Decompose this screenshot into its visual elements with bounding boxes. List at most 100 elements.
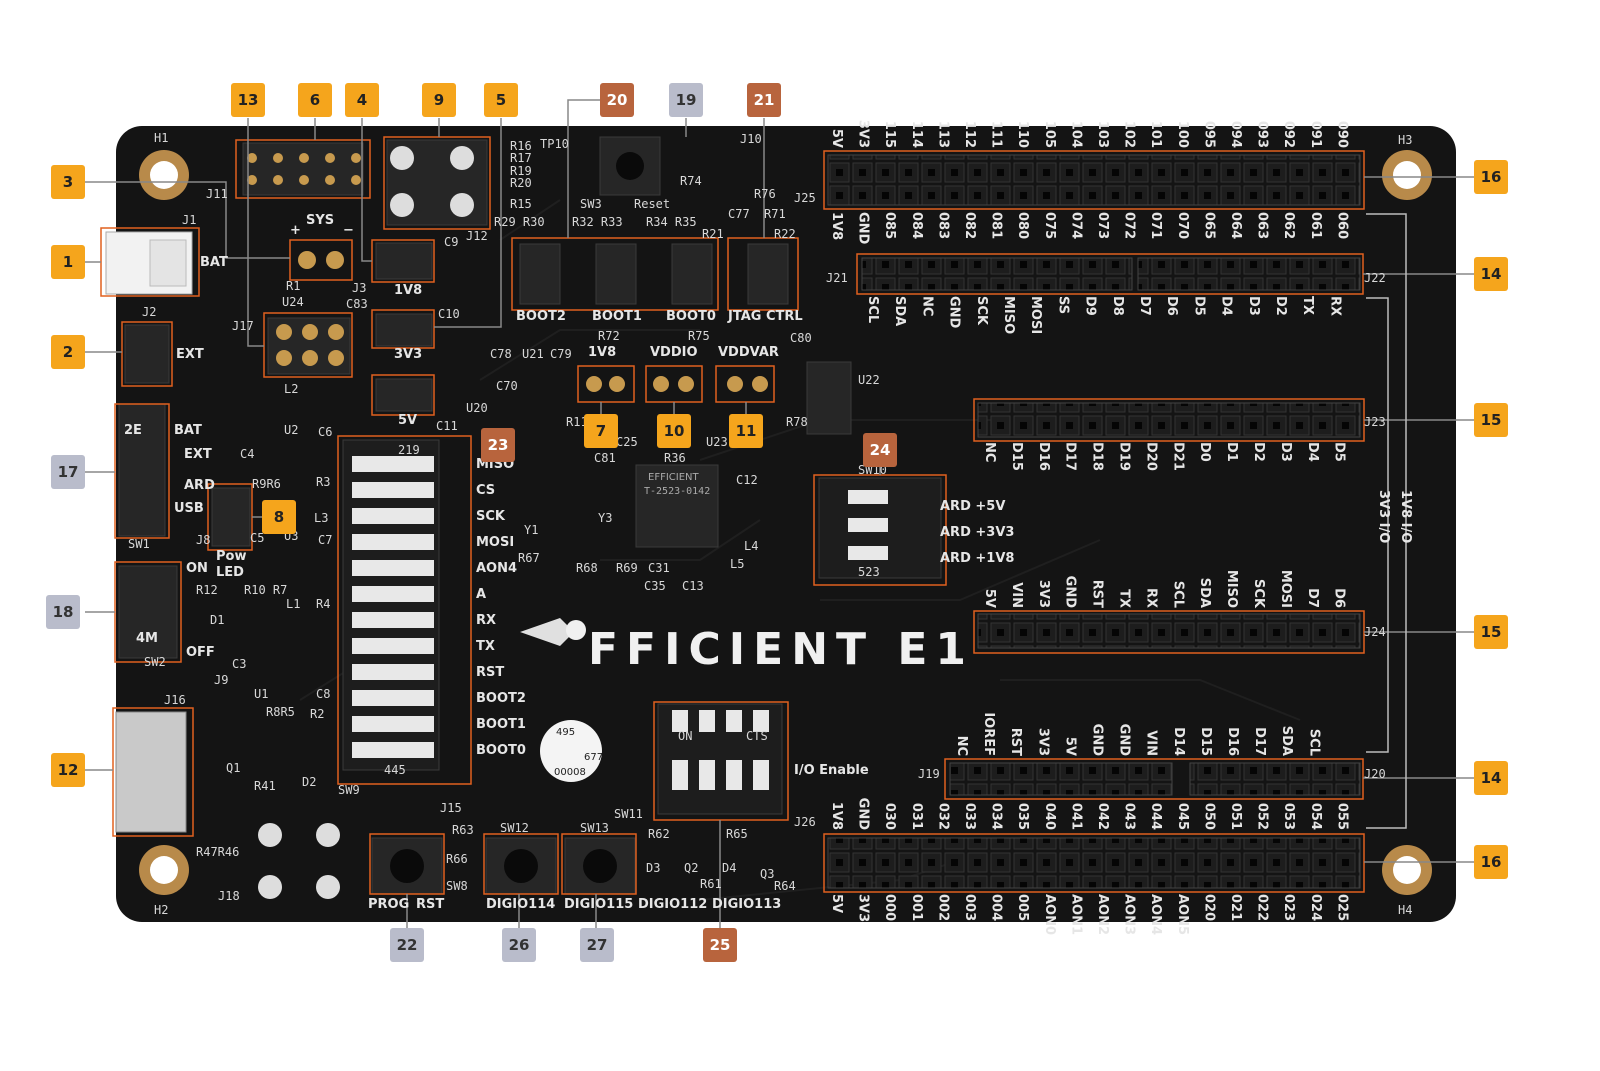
j23_labels-pin-label: NC: [982, 442, 997, 462]
callout-16: 16: [1474, 160, 1508, 194]
j25_top-pin-label: 112: [962, 121, 977, 148]
label-j12: J12: [466, 229, 488, 243]
label-3v3-io: 3V3 I/O: [1376, 490, 1391, 543]
label-r36: R36: [664, 451, 686, 465]
label-u2: U2: [284, 423, 298, 437]
j21_labels-pin-label: MISO: [1001, 296, 1016, 334]
j26_top-pin-label: 031: [909, 803, 924, 830]
label-j11: J11: [206, 187, 228, 201]
j26_bottom-pin-label: 003: [962, 894, 977, 921]
label-r64: R64: [774, 879, 796, 893]
sticker-text-2: 677: [584, 752, 603, 763]
j26_bottom-pin-label: AON1: [1068, 894, 1083, 935]
callout-13: 13: [231, 83, 265, 117]
j23_labels-pin-label: D20: [1143, 442, 1158, 471]
callout-25: 25: [703, 928, 737, 962]
j25_bottom-pin-label: 085: [882, 212, 897, 239]
j26_top-pin-label: 042: [1095, 803, 1110, 830]
label-d4: D4: [722, 861, 736, 875]
j25_bottom-pin-label: 081: [989, 212, 1004, 239]
dev-board-diagram: FFICIENT E1 H1 H2 H3 H4 J1 BAT J2 EXT J1…: [0, 0, 1600, 1067]
j26_top-pin-label: 035: [1015, 803, 1030, 830]
label-c6: C6: [318, 425, 332, 439]
callout-15: 15: [1474, 403, 1508, 437]
j26_top-pin-label: 044: [1148, 803, 1163, 830]
label-led: LED: [216, 565, 244, 580]
label-d2: D2: [302, 775, 316, 789]
j23_labels-pin-label: D0: [1197, 442, 1212, 462]
j26_top-pin-label: 050: [1201, 803, 1216, 830]
j21_labels-pin-label: D3: [1246, 296, 1261, 316]
label-vddio: VDDIO: [650, 345, 698, 360]
sw9-switch-handle: [352, 716, 434, 732]
label-c10: C10: [438, 307, 460, 321]
j21_labels-pin-label: D7: [1137, 296, 1152, 316]
j25_bottom-pin-label: 075: [1042, 212, 1057, 239]
label-c79: C79: [550, 347, 572, 361]
label-u21: U21: [522, 347, 544, 361]
j23_labels-pin-label: D5: [1332, 442, 1347, 462]
label-r63: R63: [452, 823, 474, 837]
label-2e: 2E: [124, 423, 142, 438]
label-l5: L5: [730, 557, 744, 571]
label-u24: U24: [282, 295, 304, 309]
j25_bottom-pin-label: 083: [935, 212, 950, 239]
label-q1: Q1: [226, 761, 240, 775]
label-d3: D3: [646, 861, 660, 875]
j23_labels-pin-label: D15: [1009, 442, 1024, 471]
j24_labels-pin-label: 3V3: [1036, 580, 1051, 608]
label-h2: H2: [154, 903, 168, 917]
j23_labels-pin-label: D1: [1224, 442, 1239, 462]
j26_bottom-pin-label: 3V3: [856, 894, 871, 922]
label-j1: J1: [182, 213, 196, 227]
j21_labels-pin-label: MOSI: [1028, 296, 1043, 334]
label-ard1v8: ARD +1V8: [940, 551, 1014, 566]
j25_bottom-pin-label: 070: [1175, 212, 1190, 239]
label-r68: R68: [576, 561, 598, 575]
label-sw1-bat: BAT: [174, 423, 202, 438]
label-r67: R67: [518, 551, 540, 565]
label-r76: R76: [754, 187, 776, 201]
callout-4: 4: [345, 83, 379, 117]
j24_labels-pin-label: VIN: [1009, 582, 1024, 608]
j21_labels-pin-label: D6: [1164, 296, 1179, 316]
callout-19: 19: [669, 83, 703, 117]
label-1v8-io: 1V8 I/O: [1398, 490, 1413, 543]
label-dip-cts: CTS: [746, 729, 768, 743]
label-r22: R22: [774, 227, 796, 241]
j26_bottom-pin-label: 004: [989, 894, 1004, 921]
label-c78: C78: [490, 347, 512, 361]
label-prog: PROG: [368, 897, 409, 912]
j26_bottom-pin-label: 022: [1255, 894, 1270, 921]
j26_bottom-pin-label: 023: [1281, 894, 1296, 921]
j19_labels-pin-label: VIN: [1144, 730, 1159, 756]
j25_top-pin-label: 095: [1201, 121, 1216, 148]
callout-2: 2: [51, 335, 85, 369]
label-j16: J16: [164, 693, 186, 707]
j26_top-pin-label: 033: [962, 803, 977, 830]
j24_labels-pin-label: MISO: [1224, 570, 1239, 608]
j26_bottom-pin-label: 002: [935, 894, 950, 921]
label-l3: L3: [314, 511, 328, 525]
callout-6: 6: [298, 83, 332, 117]
sw9-label: RST: [476, 665, 504, 680]
j26_top-pin-label: 1V8: [829, 802, 844, 830]
j23_labels-pin-label: D18: [1090, 442, 1105, 471]
j21_labels-pin-label: D4: [1219, 296, 1234, 316]
label-r78: R78: [786, 415, 808, 429]
label-l4: L4: [744, 539, 758, 553]
j25_top-pin-label: 100: [1175, 121, 1190, 148]
j25_top-pin-label: 5V: [829, 129, 844, 148]
j25_bottom-pin-label: 084: [909, 212, 924, 239]
label-r74: R74: [680, 174, 702, 188]
label-r2: R2: [310, 707, 324, 721]
j26_top-pin-label: 051: [1228, 803, 1243, 830]
j26_bottom-pin-label: 024: [1308, 894, 1323, 921]
label-sw1-ard: ARD: [184, 478, 215, 493]
j21_labels-pin-label: SCK: [974, 296, 989, 326]
callout-5: 5: [484, 83, 518, 117]
callout-21: 21: [747, 83, 781, 117]
callout-18: 18: [46, 595, 80, 629]
j25_top-pin-label: 105: [1042, 121, 1057, 148]
callout-12: 12: [51, 753, 85, 787]
